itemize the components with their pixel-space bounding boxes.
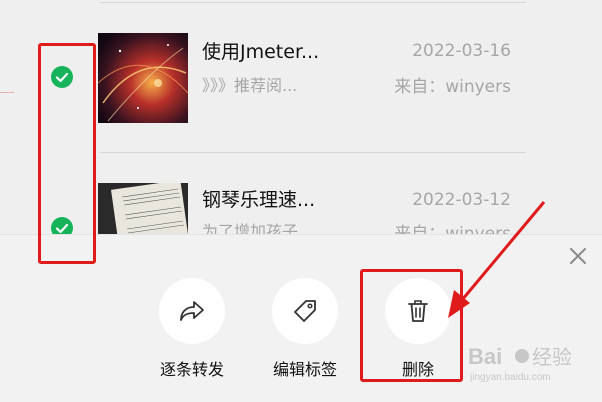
svg-text:jingyan.baidu.com: jingyan.baidu.com	[469, 372, 551, 383]
svg-text:Bai: Bai	[468, 344, 502, 369]
baidu-watermark: Bai 经验 jingyan.baidu.com	[462, 340, 602, 385]
svg-text:经验: 经验	[532, 346, 572, 369]
